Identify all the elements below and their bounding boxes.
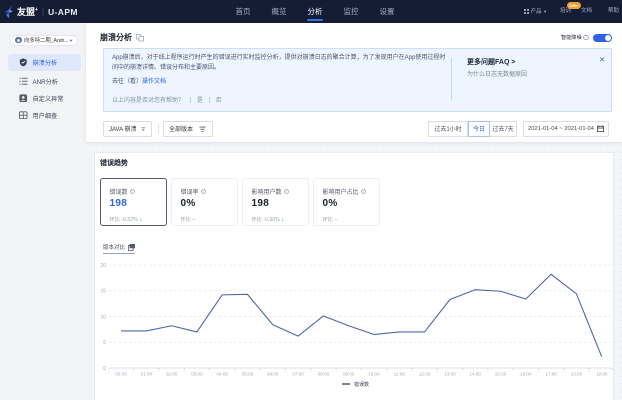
svg-text:10:00: 10:00: [368, 372, 380, 377]
svg-text:20: 20: [100, 263, 106, 269]
svg-text:03:00: 03:00: [191, 372, 203, 377]
svg-text:11:00: 11:00: [394, 372, 406, 377]
svg-text:15: 15: [100, 289, 106, 295]
svg-text:01:00: 01:00: [141, 372, 153, 377]
svg-text:0: 0: [103, 366, 106, 372]
svg-text:14:00: 14:00: [469, 372, 481, 377]
svg-text:06:00: 06:00: [267, 372, 279, 377]
svg-text:错误数: 错误数: [354, 381, 369, 388]
svg-text:19:00: 19:00: [596, 372, 608, 377]
svg-text:08:00: 08:00: [318, 372, 330, 377]
svg-text:10: 10: [100, 314, 106, 320]
svg-text:13:00: 13:00: [444, 372, 456, 377]
svg-text:09:00: 09:00: [343, 372, 355, 377]
svg-text:07:00: 07:00: [292, 372, 304, 377]
svg-text:18:00: 18:00: [571, 372, 583, 377]
svg-text:02:00: 02:00: [166, 372, 178, 377]
svg-text:12:00: 12:00: [419, 372, 431, 377]
svg-text:16:00: 16:00: [520, 372, 532, 377]
svg-text:5: 5: [103, 340, 106, 346]
svg-text:04:00: 04:00: [216, 372, 228, 377]
svg-text:05:00: 05:00: [242, 372, 254, 377]
svg-text:17:00: 17:00: [545, 372, 557, 377]
svg-text:00:00: 00:00: [115, 372, 127, 377]
svg-text:15:00: 15:00: [495, 372, 507, 377]
